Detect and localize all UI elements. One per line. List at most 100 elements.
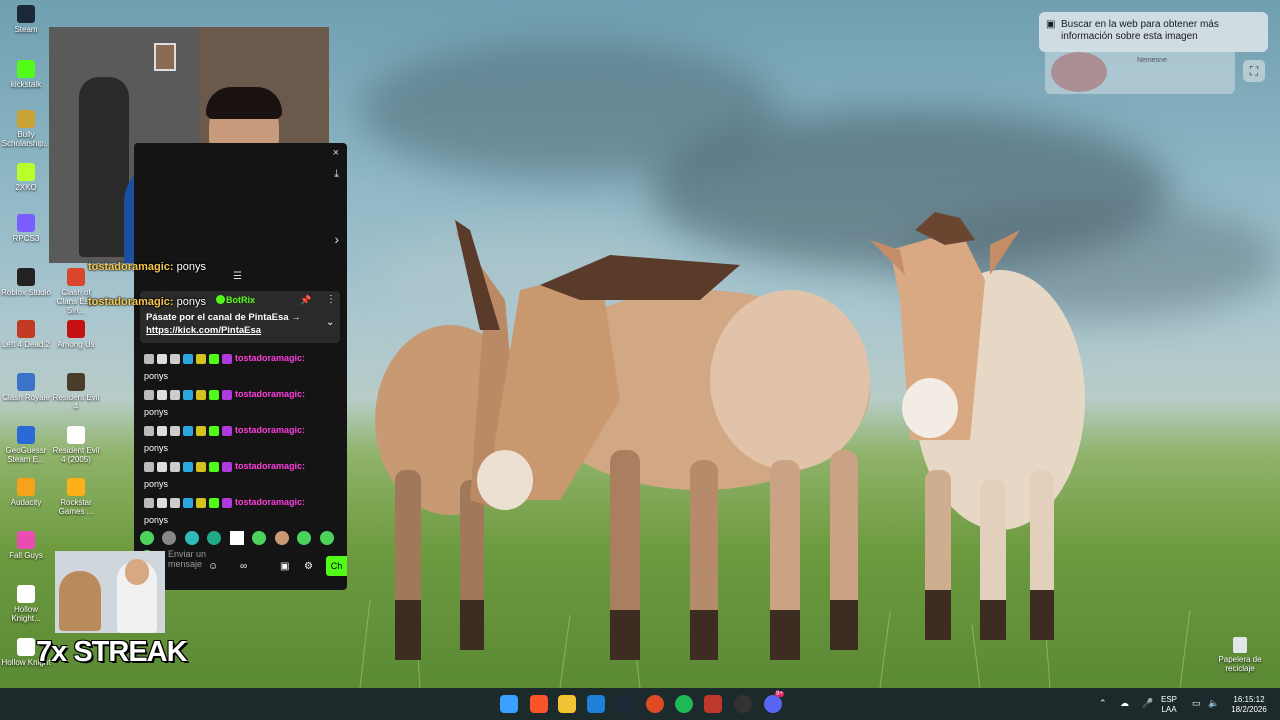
desktop-icon-hollow1[interactable]: Hollow Knight... bbox=[0, 585, 52, 623]
emote-icon[interactable] bbox=[319, 531, 334, 545]
desktop-icon-label: Resident Evil 4 bbox=[52, 393, 100, 411]
chat-username[interactable]: tostadoramagic: bbox=[235, 497, 305, 507]
spotify-icon[interactable] bbox=[675, 695, 693, 713]
display-icon[interactable]: ▭ bbox=[1192, 698, 1201, 708]
volume-icon[interactable]: 🔈 bbox=[1208, 698, 1219, 708]
emote-icon[interactable] bbox=[252, 531, 267, 545]
badge-icon bbox=[209, 461, 219, 472]
badge-icon bbox=[183, 389, 193, 400]
brave-browser-icon[interactable] bbox=[530, 695, 548, 713]
badge-icon bbox=[183, 353, 193, 364]
re4_2005-icon bbox=[67, 426, 85, 444]
gift-icon[interactable]: ▣ bbox=[280, 561, 289, 572]
badge-icon bbox=[157, 353, 167, 364]
emote-icon[interactable] bbox=[162, 531, 177, 545]
chat-username[interactable]: tostadoramagic: bbox=[235, 425, 305, 435]
recycle-bin[interactable]: Papelera de reciclaje bbox=[1214, 637, 1266, 673]
notification-badge: 9+ bbox=[775, 691, 784, 697]
desktop-icon-kickstalk[interactable]: kickstalk bbox=[0, 60, 52, 89]
desktop-icon-clashroyale[interactable]: Clash Royale bbox=[0, 373, 52, 402]
bing-icon[interactable] bbox=[587, 695, 605, 713]
desktop-icon-bully[interactable]: Bully Scholarship... bbox=[0, 110, 52, 148]
start-icon[interactable] bbox=[500, 695, 518, 713]
recycle-bin-label: Papelera de reciclaje bbox=[1218, 655, 1262, 673]
horse-middle bbox=[477, 255, 870, 660]
overlay-message: ponys bbox=[176, 261, 206, 273]
chat-username[interactable]: tostadoramagic: bbox=[235, 353, 305, 363]
amongus-icon bbox=[67, 320, 85, 338]
file-explorer-icon[interactable] bbox=[558, 695, 576, 713]
overlay-username: tostadoramagic: bbox=[88, 261, 174, 273]
desktop-icon-label: kickstalk bbox=[10, 80, 42, 89]
person-hair bbox=[206, 87, 282, 119]
chat-popup: × ⤓ › ☰ BotRix 📌 ⋮ ⌄ Pásate por el canal… bbox=[134, 143, 347, 590]
badge-icon bbox=[209, 353, 219, 364]
badge-icon bbox=[144, 461, 154, 472]
desktop-icon-l4d2[interactable]: Left 4 Dead 2 bbox=[0, 320, 52, 349]
desktop-icon-steam[interactable]: Steam bbox=[0, 5, 52, 34]
clock-time: 16:15:12 bbox=[1233, 695, 1265, 704]
desktop-icon-rockstar[interactable]: Rockstar Games ... bbox=[50, 478, 102, 516]
pinned-text: Pásate por el canal de PintaEsa → https:… bbox=[146, 311, 301, 337]
chat-text: ponys bbox=[144, 443, 169, 453]
chat-input[interactable]: Enviar un mensaje bbox=[168, 549, 228, 569]
app-icon[interactable] bbox=[704, 695, 722, 713]
game-launcher-icon[interactable] bbox=[646, 695, 664, 713]
desktop-icon-re4[interactable]: Resident Evil 4 bbox=[50, 373, 102, 411]
steam-icon[interactable] bbox=[616, 695, 634, 713]
fallguys-icon bbox=[17, 531, 35, 549]
desktop-icon-audacity[interactable]: Audacity bbox=[0, 478, 52, 507]
chat-text: ponys bbox=[144, 371, 169, 381]
desktop-icon-rpcs3[interactable]: RPCS3 bbox=[0, 214, 52, 243]
chevron-up-icon[interactable]: ⌃ bbox=[1099, 698, 1107, 708]
chat-username[interactable]: tostadoramagic: bbox=[235, 389, 305, 399]
pinned-line: Pásate por el canal de PintaEsa → bbox=[146, 312, 301, 323]
obs-icon[interactable] bbox=[734, 695, 752, 713]
bully-icon bbox=[17, 110, 35, 128]
desktop-icon-fallguys[interactable]: Fall Guys bbox=[0, 531, 52, 560]
download-icon[interactable]: ⤓ bbox=[334, 168, 339, 181]
close-icon[interactable]: × bbox=[333, 147, 339, 159]
desktop-icon-re4_2005[interactable]: Resident Evil 4 (2005) bbox=[50, 426, 102, 464]
recycle-bin-icon bbox=[1233, 637, 1247, 653]
emote-icon[interactable] bbox=[207, 531, 222, 545]
cloud-icon[interactable]: ☁ bbox=[1120, 698, 1129, 708]
scan-icon[interactable]: ⛶ bbox=[1243, 60, 1265, 82]
desktop-icon-roblox[interactable]: Roblox Studio bbox=[0, 268, 52, 297]
discord-icon[interactable]: 9+ bbox=[764, 691, 784, 713]
image-search-icon: ▣ bbox=[1046, 19, 1056, 30]
filter-icon[interactable]: ☰ bbox=[233, 271, 242, 282]
chevron-down-icon[interactable]: ⌄ bbox=[326, 317, 334, 328]
emote-icon[interactable] bbox=[229, 531, 244, 545]
pin-icon[interactable]: 📌 bbox=[300, 295, 311, 306]
hollow1-icon bbox=[17, 585, 35, 603]
emote-icon[interactable] bbox=[184, 531, 199, 545]
gear-icon[interactable]: ⚙ bbox=[304, 561, 313, 572]
chat-text: ponys bbox=[144, 407, 169, 417]
emote-icon[interactable] bbox=[297, 531, 312, 545]
desktop-icon-label: Resident Evil 4 (2005) bbox=[52, 446, 100, 464]
desktop-icon-amongus[interactable]: Among Us bbox=[50, 320, 102, 349]
visual-search-prompt[interactable]: ▣ Buscar en la web para obtener más info… bbox=[1039, 12, 1268, 52]
2xko-icon bbox=[17, 163, 35, 181]
send-button[interactable]: Ch bbox=[326, 556, 347, 576]
microphone-icon[interactable]: 🎤 bbox=[1142, 698, 1153, 708]
clock[interactable]: 16:15:12 18/2/2026 bbox=[1226, 695, 1272, 715]
visual-search-card[interactable]: Nemesne bbox=[1045, 48, 1235, 94]
desktop-icon-geoguessr[interactable]: GeoGuessr Steam E... bbox=[0, 426, 52, 464]
pinned-link[interactable]: https://kick.com/PintaEsa bbox=[146, 325, 261, 336]
desktop-icon-label: GeoGuessr Steam E... bbox=[5, 446, 47, 464]
emote-icon[interactable] bbox=[274, 531, 289, 545]
chevron-right-icon[interactable]: › bbox=[334, 231, 339, 247]
desktop-icon-2xko[interactable]: 2XKO bbox=[0, 163, 52, 192]
infinity-icon[interactable]: ∞ bbox=[240, 561, 247, 572]
figure-statue bbox=[79, 77, 129, 257]
desktop-icon-label: Clash Royale bbox=[2, 393, 50, 402]
chat-username[interactable]: tostadoramagic: bbox=[235, 461, 305, 471]
emoji-icon[interactable]: ☺ bbox=[208, 561, 218, 572]
visual-search-text: Buscar en la web para obtener más inform… bbox=[1061, 19, 1219, 42]
chat-text: ponys bbox=[144, 479, 169, 489]
language-indicator[interactable]: ESP LAA bbox=[1161, 695, 1177, 715]
emote-icon[interactable] bbox=[140, 531, 154, 545]
more-options-icon[interactable]: ⋮ bbox=[326, 294, 336, 305]
